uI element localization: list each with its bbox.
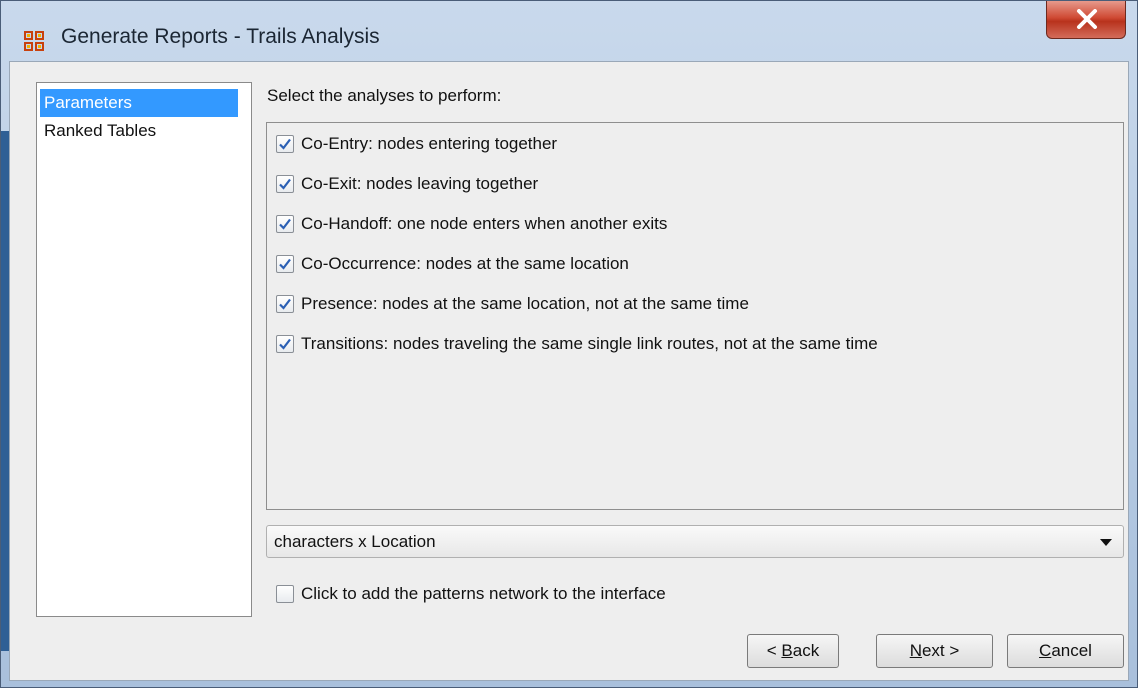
checkbox[interactable]	[276, 295, 294, 313]
checkbox-label: Co-Handoff: one node enters when another…	[301, 214, 668, 233]
next-button-label: ext >	[921, 641, 960, 660]
checkmark-icon	[279, 258, 291, 270]
checkmark-icon	[279, 138, 291, 150]
checkmark-icon	[279, 218, 291, 230]
checkbox[interactable]	[276, 215, 294, 233]
nav-item-parameters[interactable]: Parameters	[40, 89, 238, 117]
analysis-option-presence[interactable]: Presence: nodes at the same location, no…	[276, 291, 749, 317]
network-select[interactable]: characters x Location	[266, 525, 1124, 558]
checkbox-label: Presence: nodes at the same location, no…	[301, 294, 749, 313]
nav-item-ranked-tables[interactable]: Ranked Tables	[40, 117, 238, 145]
checkbox-label: Co-Occurrence: nodes at the same locatio…	[301, 254, 629, 273]
analysis-option-transitions[interactable]: Transitions: nodes traveling the same si…	[276, 331, 878, 357]
checkbox-label: Co-Exit: nodes leaving together	[301, 174, 539, 193]
dialog-content: Parameters Ranked Tables Select the anal…	[9, 61, 1129, 681]
network-select-value: characters x Location	[274, 532, 436, 551]
close-button[interactable]	[1046, 1, 1126, 39]
patterns-checkbox-label: Click to add the patterns network to the…	[301, 584, 666, 603]
checkbox[interactable]	[276, 335, 294, 353]
checkmark-icon	[279, 338, 291, 350]
back-button-mnemonic: B	[781, 641, 793, 660]
checkbox[interactable]	[276, 135, 294, 153]
analysis-option-co-exit[interactable]: Co-Exit: nodes leaving together	[276, 171, 538, 197]
patterns-network-option[interactable]: Click to add the patterns network to the…	[276, 584, 666, 604]
section-label: Select the analyses to perform:	[267, 86, 502, 105]
window-title: Generate Reports - Trails Analysis	[61, 25, 380, 48]
close-icon	[1077, 9, 1097, 29]
patterns-checkbox[interactable]	[276, 585, 294, 603]
analyses-panel: Co-Entry: nodes entering together Co-Exi…	[266, 122, 1124, 510]
analysis-option-co-entry[interactable]: Co-Entry: nodes entering together	[276, 131, 557, 157]
nav-list: Parameters Ranked Tables	[36, 82, 252, 617]
checkbox-label: Transitions: nodes traveling the same si…	[301, 334, 878, 353]
triangle-down-icon	[1100, 539, 1112, 546]
network-grid-icon	[24, 31, 44, 51]
cancel-button-mnemonic: C	[1039, 641, 1052, 660]
back-button-prefix: <	[766, 641, 782, 660]
checkbox[interactable]	[276, 175, 294, 193]
checkbox-label: Co-Entry: nodes entering together	[301, 134, 558, 153]
back-button[interactable]: < Back	[747, 634, 839, 668]
window-edge-strip	[1, 131, 9, 651]
checkmark-icon	[279, 178, 291, 190]
cancel-button-label: ancel	[1051, 641, 1092, 660]
dialog-window: Generate Reports - Trails Analysis Param…	[0, 0, 1138, 688]
analysis-option-co-handoff[interactable]: Co-Handoff: one node enters when another…	[276, 211, 667, 237]
checkbox[interactable]	[276, 255, 294, 273]
next-button-mnemonic: N	[909, 641, 922, 660]
checkmark-icon	[279, 298, 291, 310]
cancel-button[interactable]: Cancel	[1007, 634, 1124, 668]
next-button[interactable]: Next >	[876, 634, 993, 668]
analysis-option-co-occurrence[interactable]: Co-Occurrence: nodes at the same locatio…	[276, 251, 629, 277]
back-button-label: ack	[792, 641, 820, 660]
title-bar[interactable]: Generate Reports - Trails Analysis	[1, 1, 1137, 61]
